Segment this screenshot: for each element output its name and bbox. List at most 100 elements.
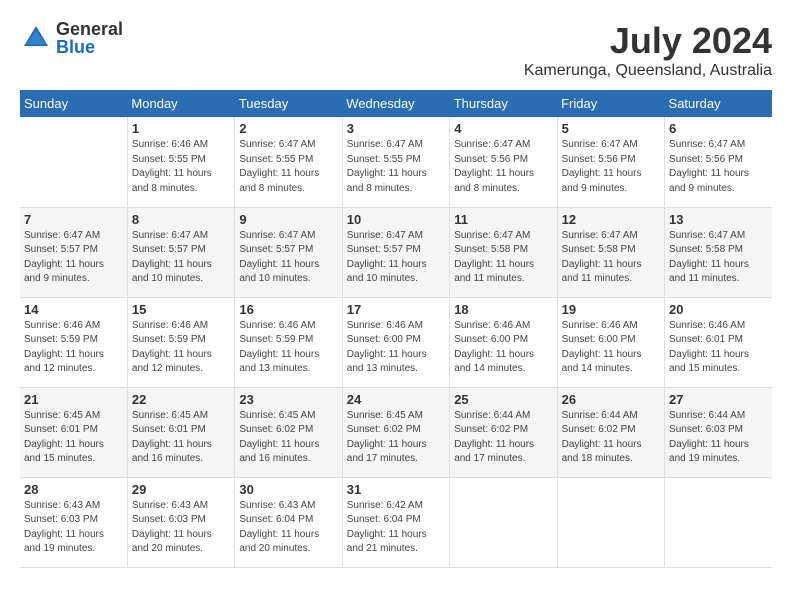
logo-icon xyxy=(20,22,52,54)
day-number: 6 xyxy=(669,121,768,136)
day-info: Sunrise: 6:47 AM Sunset: 5:56 PM Dayligh… xyxy=(562,138,660,196)
day-number: 29 xyxy=(132,482,230,497)
calendar-body: 1Sunrise: 6:46 AM Sunset: 5:55 PM Daylig… xyxy=(20,117,772,567)
day-cell: 6 Sunrise: 6:47 AM Sunset: 5:56 PM Daylig… xyxy=(665,117,772,207)
day-info: Sunrise: 6:46 AM Sunset: 5:55 PM Dayligh… xyxy=(132,138,230,196)
page-header: General Blue July 2024 Kamerunga, Queens… xyxy=(20,20,772,80)
day-cell xyxy=(450,477,557,567)
week-row-5: 28 Sunrise: 6:43 AM Sunset: 6:03 PM Dayli… xyxy=(20,477,772,567)
day-info: Sunrise: 6:47 AM Sunset: 5:58 PM Dayligh… xyxy=(562,229,660,287)
day-info: Sunrise: 6:44 AM Sunset: 6:02 PM Dayligh… xyxy=(454,409,552,467)
day-info: Sunrise: 6:47 AM Sunset: 5:58 PM Dayligh… xyxy=(669,229,768,287)
day-cell: 7 Sunrise: 6:47 AM Sunset: 5:57 PM Daylig… xyxy=(20,207,127,297)
day-cell: 15 Sunrise: 6:46 AM Sunset: 5:59 PM Dayli… xyxy=(127,297,234,387)
day-cell: 5 Sunrise: 6:47 AM Sunset: 5:56 PM Daylig… xyxy=(557,117,664,207)
day-cell: 3Sunrise: 6:47 AM Sunset: 5:55 PM Daylig… xyxy=(342,117,449,207)
header-cell-tuesday: Tuesday xyxy=(235,90,342,117)
header-cell-thursday: Thursday xyxy=(450,90,557,117)
subtitle: Kamerunga, Queensland, Australia xyxy=(524,62,772,80)
day-info: Sunrise: 6:46 AM Sunset: 6:00 PM Dayligh… xyxy=(454,319,552,377)
week-row-1: 1Sunrise: 6:46 AM Sunset: 5:55 PM Daylig… xyxy=(20,117,772,207)
day-info: Sunrise: 6:45 AM Sunset: 6:02 PM Dayligh… xyxy=(239,409,337,467)
day-cell: 19 Sunrise: 6:46 AM Sunset: 6:00 PM Dayli… xyxy=(557,297,664,387)
day-number: 10 xyxy=(347,212,445,227)
day-info: Sunrise: 6:43 AM Sunset: 6:03 PM Dayligh… xyxy=(132,499,230,557)
day-number: 12 xyxy=(562,212,660,227)
day-cell: 22 Sunrise: 6:45 AM Sunset: 6:01 PM Dayli… xyxy=(127,387,234,477)
day-cell: 23Sunrise: 6:45 AM Sunset: 6:02 PM Dayli… xyxy=(235,387,342,477)
day-number: 13 xyxy=(669,212,768,227)
day-cell: 24 Sunrise: 6:45 AM Sunset: 6:02 PM Dayli… xyxy=(342,387,449,477)
day-info: Sunrise: 6:47 AM Sunset: 5:58 PM Dayligh… xyxy=(454,229,552,287)
day-info: Sunrise: 6:46 AM Sunset: 6:00 PM Dayligh… xyxy=(562,319,660,377)
day-cell: 14 Sunrise: 6:46 AM Sunset: 5:59 PM Dayli… xyxy=(20,297,127,387)
day-number: 17 xyxy=(347,302,445,317)
day-number: 22 xyxy=(132,392,230,407)
week-row-4: 21Sunrise: 6:45 AM Sunset: 6:01 PM Dayli… xyxy=(20,387,772,477)
day-cell: 27 Sunrise: 6:44 AM Sunset: 6:03 PM Dayli… xyxy=(665,387,772,477)
calendar-header: SundayMondayTuesdayWednesdayThursdayFrid… xyxy=(20,90,772,117)
day-number: 19 xyxy=(562,302,660,317)
day-info: Sunrise: 6:45 AM Sunset: 6:01 PM Dayligh… xyxy=(24,409,123,467)
day-number: 24 xyxy=(347,392,445,407)
day-number: 9 xyxy=(239,212,337,227)
header-cell-sunday: Sunday xyxy=(20,90,127,117)
day-cell: 17 Sunrise: 6:46 AM Sunset: 6:00 PM Dayli… xyxy=(342,297,449,387)
week-row-2: 7 Sunrise: 6:47 AM Sunset: 5:57 PM Daylig… xyxy=(20,207,772,297)
day-cell: 21Sunrise: 6:45 AM Sunset: 6:01 PM Dayli… xyxy=(20,387,127,477)
day-info: Sunrise: 6:47 AM Sunset: 5:57 PM Dayligh… xyxy=(239,229,337,287)
day-info: Sunrise: 6:43 AM Sunset: 6:04 PM Dayligh… xyxy=(239,499,337,557)
day-number: 14 xyxy=(24,302,123,317)
day-cell xyxy=(20,117,127,207)
day-info: Sunrise: 6:43 AM Sunset: 6:03 PM Dayligh… xyxy=(24,499,123,557)
header-cell-saturday: Saturday xyxy=(665,90,772,117)
day-number: 20 xyxy=(669,302,768,317)
logo-blue: Blue xyxy=(56,38,123,56)
day-info: Sunrise: 6:42 AM Sunset: 6:04 PM Dayligh… xyxy=(347,499,445,557)
day-number: 4 xyxy=(454,121,552,136)
header-cell-friday: Friday xyxy=(557,90,664,117)
day-cell: 28 Sunrise: 6:43 AM Sunset: 6:03 PM Dayli… xyxy=(20,477,127,567)
day-number: 18 xyxy=(454,302,552,317)
title-block: July 2024 Kamerunga, Queensland, Austral… xyxy=(524,20,772,80)
day-number: 15 xyxy=(132,302,230,317)
week-row-3: 14 Sunrise: 6:46 AM Sunset: 5:59 PM Dayli… xyxy=(20,297,772,387)
main-title: July 2024 xyxy=(524,20,772,62)
day-cell: 11 Sunrise: 6:47 AM Sunset: 5:58 PM Dayli… xyxy=(450,207,557,297)
day-cell: 16Sunrise: 6:46 AM Sunset: 5:59 PM Dayli… xyxy=(235,297,342,387)
day-info: Sunrise: 6:45 AM Sunset: 6:02 PM Dayligh… xyxy=(347,409,445,467)
header-row: SundayMondayTuesdayWednesdayThursdayFrid… xyxy=(20,90,772,117)
header-cell-monday: Monday xyxy=(127,90,234,117)
day-number: 28 xyxy=(24,482,123,497)
day-number: 7 xyxy=(24,212,123,227)
logo-general: General xyxy=(56,20,123,38)
day-info: Sunrise: 6:46 AM Sunset: 6:01 PM Dayligh… xyxy=(669,319,768,377)
day-info: Sunrise: 6:46 AM Sunset: 5:59 PM Dayligh… xyxy=(24,319,123,377)
day-cell: 18 Sunrise: 6:46 AM Sunset: 6:00 PM Dayli… xyxy=(450,297,557,387)
day-number: 16 xyxy=(239,302,337,317)
day-cell: 25Sunrise: 6:44 AM Sunset: 6:02 PM Dayli… xyxy=(450,387,557,477)
day-number: 26 xyxy=(562,392,660,407)
day-info: Sunrise: 6:45 AM Sunset: 6:01 PM Dayligh… xyxy=(132,409,230,467)
day-cell: 29 Sunrise: 6:43 AM Sunset: 6:03 PM Dayli… xyxy=(127,477,234,567)
day-info: Sunrise: 6:44 AM Sunset: 6:03 PM Dayligh… xyxy=(669,409,768,467)
day-number: 27 xyxy=(669,392,768,407)
day-cell: 12 Sunrise: 6:47 AM Sunset: 5:58 PM Dayli… xyxy=(557,207,664,297)
day-number: 11 xyxy=(454,212,552,227)
calendar-table: SundayMondayTuesdayWednesdayThursdayFrid… xyxy=(20,90,772,568)
day-number: 2 xyxy=(239,121,337,136)
day-info: Sunrise: 6:47 AM Sunset: 5:57 PM Dayligh… xyxy=(24,229,123,287)
day-info: Sunrise: 6:47 AM Sunset: 5:56 PM Dayligh… xyxy=(669,138,768,196)
day-number: 31 xyxy=(347,482,445,497)
day-number: 5 xyxy=(562,121,660,136)
day-info: Sunrise: 6:46 AM Sunset: 6:00 PM Dayligh… xyxy=(347,319,445,377)
day-cell xyxy=(665,477,772,567)
day-info: Sunrise: 6:46 AM Sunset: 5:59 PM Dayligh… xyxy=(132,319,230,377)
day-cell: 10Sunrise: 6:47 AM Sunset: 5:57 PM Dayli… xyxy=(342,207,449,297)
day-info: Sunrise: 6:47 AM Sunset: 5:57 PM Dayligh… xyxy=(132,229,230,287)
day-number: 30 xyxy=(239,482,337,497)
day-cell: 26Sunrise: 6:44 AM Sunset: 6:02 PM Dayli… xyxy=(557,387,664,477)
day-info: Sunrise: 6:47 AM Sunset: 5:56 PM Dayligh… xyxy=(454,138,552,196)
header-cell-wednesday: Wednesday xyxy=(342,90,449,117)
day-cell xyxy=(557,477,664,567)
